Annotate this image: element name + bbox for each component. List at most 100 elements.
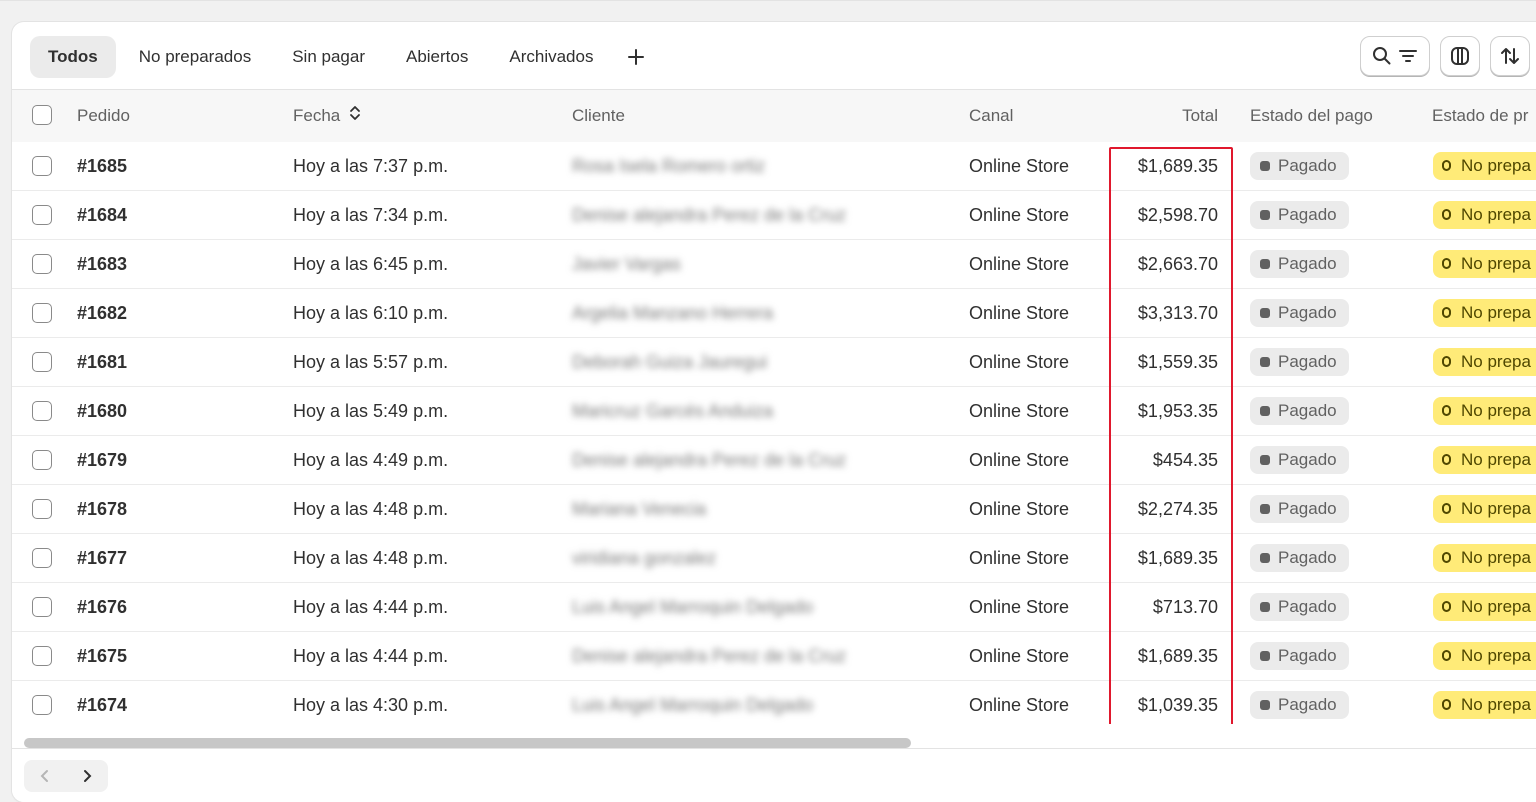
customer-name[interactable]: Deborah Guiza Jauregui [572, 338, 767, 386]
payment-status-badge: Pagado [1250, 593, 1349, 621]
order-total: $3,313.70 [1137, 303, 1218, 323]
payment-status-badge: Pagado [1250, 642, 1349, 670]
fulfillment-status-label: No prepa [1461, 303, 1531, 322]
order-number[interactable]: #1674 [77, 681, 127, 729]
row-checkbox[interactable] [32, 450, 52, 470]
order-total: $1,689.35 [1137, 156, 1218, 176]
row-checkbox[interactable] [32, 646, 52, 666]
table-row[interactable]: #1684 Hoy a las 7:34 p.m. Denise alejandra… [12, 191, 1536, 240]
table-row[interactable]: #1679 Hoy a las 4:49 p.m. Denise alejandra… [12, 436, 1536, 485]
table-row[interactable]: #1682 Hoy a las 6:10 p.m. Argelia Manzano … [12, 289, 1536, 338]
order-total: $2,598.70 [1137, 205, 1218, 225]
plus-icon[interactable] [616, 36, 656, 78]
sales-channel: Online Store [969, 303, 1070, 323]
sales-channel: Online Store [969, 352, 1070, 372]
order-number[interactable]: #1676 [77, 583, 127, 631]
columns-icon [1449, 45, 1471, 67]
column-header-pedido[interactable]: Pedido [77, 90, 130, 142]
order-number[interactable]: #1680 [77, 387, 127, 435]
table-row[interactable]: #1685 Hoy a las 7:37 p.m. Rosa Isela Romer… [12, 142, 1536, 191]
table-row[interactable]: #1683 Hoy a las 6:45 p.m. Javier Vargas Onl… [12, 240, 1536, 289]
column-header-fecha-label: Fecha [293, 106, 341, 125]
chevron-right-icon[interactable] [66, 760, 108, 792]
table-row[interactable]: #1678 Hoy a las 4:48 p.m. Mariana Venecia O… [12, 485, 1536, 534]
row-checkbox[interactable] [32, 695, 52, 715]
order-total: $2,663.70 [1137, 254, 1218, 274]
column-header-cliente[interactable]: Cliente [572, 90, 625, 142]
payment-status-label: Pagado [1278, 205, 1337, 224]
horizontal-scrollbar[interactable] [24, 738, 911, 748]
status-dot-icon [1260, 700, 1270, 710]
order-number[interactable]: #1682 [77, 289, 127, 337]
tab-todos[interactable]: Todos [30, 36, 116, 78]
order-number[interactable]: #1685 [77, 142, 127, 190]
column-header-estado-pago[interactable]: Estado del pago [1250, 90, 1373, 142]
sales-channel: Online Store [969, 695, 1070, 715]
order-number[interactable]: #1683 [77, 240, 127, 288]
sort-chevrons-icon [349, 91, 361, 143]
tab-sin-pagar[interactable]: Sin pagar [274, 36, 383, 78]
order-number[interactable]: #1681 [77, 338, 127, 386]
order-number[interactable]: #1677 [77, 534, 127, 582]
order-number[interactable]: #1679 [77, 436, 127, 484]
customer-name[interactable]: Argelia Manzano Herrera [572, 289, 773, 337]
row-checkbox[interactable] [32, 597, 52, 617]
status-dot-icon [1260, 161, 1270, 171]
top-divider [0, 0, 1536, 1]
row-checkbox[interactable] [32, 352, 52, 372]
pagination [24, 760, 108, 792]
row-checkbox[interactable] [32, 156, 52, 176]
row-checkbox[interactable] [32, 303, 52, 323]
table-row[interactable]: #1681 Hoy a las 5:57 p.m. Deborah Guiza Ja… [12, 338, 1536, 387]
order-number[interactable]: #1675 [77, 632, 127, 680]
table-row[interactable]: #1680 Hoy a las 5:49 p.m. Maricruz Garcés … [12, 387, 1536, 436]
order-total: $1,689.35 [1137, 646, 1218, 666]
order-total: $454.35 [1152, 450, 1218, 470]
table-row[interactable]: #1676 Hoy a las 4:44 p.m. Luis Angel Marro… [12, 583, 1536, 632]
order-number[interactable]: #1684 [77, 191, 127, 239]
search-filter-button[interactable] [1360, 36, 1430, 76]
select-all-checkbox[interactable] [32, 105, 52, 125]
customer-name[interactable]: viridiana gonzalez [572, 534, 716, 582]
row-checkbox[interactable] [32, 401, 52, 421]
row-checkbox[interactable] [32, 205, 52, 225]
fulfillment-status-label: No prepa [1461, 548, 1531, 567]
sales-channel: Online Store [969, 205, 1070, 225]
column-header-canal[interactable]: Canal [969, 90, 1013, 142]
column-header-total[interactable]: Total [1098, 90, 1218, 142]
fulfillment-status-label: No prepa [1461, 597, 1531, 616]
customer-name[interactable]: Luis Angel Marroquin Delgado [572, 583, 813, 631]
row-checkbox[interactable] [32, 254, 52, 274]
table-row[interactable]: #1675 Hoy a las 4:44 p.m. Denise alejandra… [12, 632, 1536, 681]
sort-button[interactable] [1490, 36, 1530, 76]
tab-no-preparados[interactable]: No preparados [121, 36, 269, 78]
tab-archivados[interactable]: Archivados [491, 36, 611, 78]
payment-status-badge: Pagado [1250, 201, 1349, 229]
table-row[interactable]: #1677 Hoy a las 4:48 p.m. viridiana gonzal… [12, 534, 1536, 583]
table-row[interactable]: #1674 Hoy a las 4:30 p.m. Luis Angel Marro… [12, 681, 1536, 730]
order-date: Hoy a las 6:10 p.m. [293, 303, 449, 323]
row-checkbox[interactable] [32, 548, 52, 568]
status-dot-icon [1260, 259, 1270, 269]
column-header-estado-preparacion[interactable]: Estado de pr [1432, 90, 1528, 142]
row-checkbox[interactable] [32, 499, 52, 519]
status-dot-icon [1260, 308, 1270, 318]
column-header-fecha[interactable]: Fecha [293, 90, 361, 142]
customer-name[interactable]: Denise alejandra Perez de la Cruz [572, 191, 846, 239]
table-footer [12, 724, 1536, 802]
payment-status-badge: Pagado [1250, 250, 1349, 278]
customer-name[interactable]: Luis Angel Marroquin Delgado [572, 681, 813, 729]
customer-name[interactable]: Denise alejandra Perez de la Cruz [572, 632, 846, 680]
status-dot-icon [1260, 357, 1270, 367]
customer-name[interactable]: Rosa Isela Romero ortiz [572, 142, 765, 190]
tab-abiertos[interactable]: Abiertos [388, 36, 486, 78]
customer-name[interactable]: Mariana Venecia [572, 485, 706, 533]
customer-name[interactable]: Javier Vargas [572, 240, 681, 288]
order-number[interactable]: #1678 [77, 485, 127, 533]
customer-name[interactable]: Maricruz Garcés Anduiza [572, 387, 773, 435]
status-ring-icon [1442, 258, 1451, 269]
table-header: Pedido Fecha Cliente Canal Total Estado … [12, 89, 1536, 143]
chevron-left-icon[interactable] [24, 760, 66, 792]
customer-name[interactable]: Denise alejandra Perez de la Cruz [572, 436, 846, 484]
columns-button[interactable] [1440, 36, 1480, 76]
